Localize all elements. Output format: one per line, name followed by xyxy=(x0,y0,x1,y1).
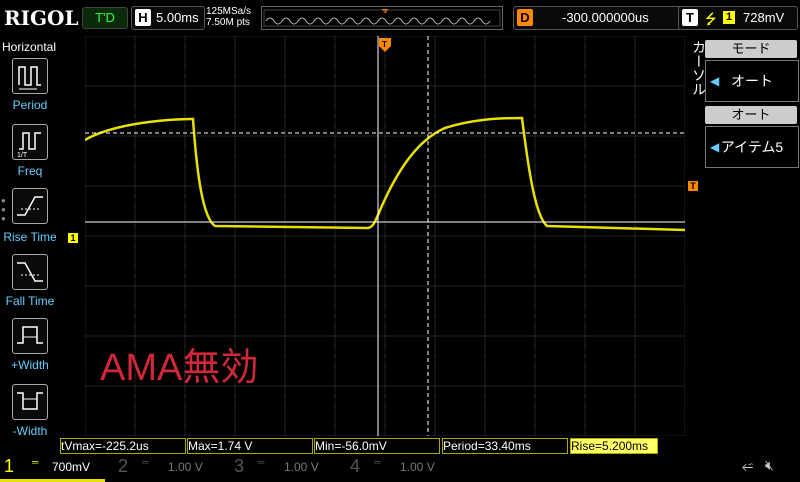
cursor-menu-title: カーソル xyxy=(688,40,707,102)
rise-time-icon xyxy=(17,196,43,216)
mode-value: オート xyxy=(731,73,773,89)
trigger-key: T xyxy=(682,9,698,26)
trigger-box[interactable]: T ⭍ 1 728mV xyxy=(678,6,798,30)
channel4-tab[interactable]: 4 ═ 1.00 V xyxy=(344,455,449,479)
brand-logo: RIGOL xyxy=(4,6,79,30)
measure-period: Period=33.40ms xyxy=(442,438,568,454)
fall-time-label: Fall Time xyxy=(5,294,55,308)
channel1-scale: 700mV xyxy=(52,460,91,474)
measure-rise: Rise=5.200ms xyxy=(570,438,658,454)
svg-text:1/T: 1/T xyxy=(17,152,28,159)
positive-width-label: +Width xyxy=(11,358,49,372)
trigger-arrow-icon: T xyxy=(379,38,391,52)
rising-edge-icon: ⭍ xyxy=(705,11,717,27)
rise-time-button[interactable] xyxy=(12,188,48,224)
period-button[interactable] xyxy=(12,58,48,94)
trigger-source: 1 xyxy=(723,11,735,24)
panel-title: Horizontal xyxy=(2,40,57,54)
item-selector[interactable]: ◀ アイテム5 xyxy=(705,126,799,168)
dc-coupling-icon: ═ xyxy=(142,457,149,467)
mode-selector[interactable]: ◀ オート xyxy=(705,60,799,102)
timebase-value: 5.00ms xyxy=(156,10,199,25)
rise-time-label: Rise Time xyxy=(3,230,57,244)
measure-tvmax: tVmax=-225.2us xyxy=(60,438,186,454)
svg-text:T: T xyxy=(382,40,387,49)
mode-header: モード xyxy=(705,40,797,58)
period-icon xyxy=(18,66,41,90)
timebase-box[interactable]: H 5.00ms xyxy=(131,6,205,30)
fall-time-button[interactable] xyxy=(12,254,48,290)
channel4-number: 4 xyxy=(350,456,361,476)
memory-depth: 7.50M pts xyxy=(206,17,250,28)
left-arrow-icon: ◀ xyxy=(710,140,720,154)
auto-header: オート xyxy=(705,106,797,124)
rise-selection-dots: ● ● ● xyxy=(1,196,6,223)
dc-coupling-icon: ═ xyxy=(374,457,381,467)
item-value: アイテム5 xyxy=(720,139,784,155)
usb-icon: ⭁ xyxy=(742,458,754,474)
dc-coupling-icon: ═ xyxy=(32,457,39,467)
trigger-position-marker[interactable]: T xyxy=(379,38,391,52)
negative-width-icon xyxy=(17,392,43,410)
negative-width-label: -Width xyxy=(12,424,48,438)
run-status-badge[interactable]: T'D xyxy=(82,7,128,29)
freq-button[interactable]: 1/T xyxy=(12,124,48,160)
memory-overview-strip[interactable]: T xyxy=(261,6,503,30)
svg-text:T: T xyxy=(383,11,387,17)
measure-min: Min=-56.0mV xyxy=(314,438,440,454)
trigger-level: 728mV xyxy=(743,10,785,25)
positive-width-icon xyxy=(17,326,43,344)
channel2-scale: 1.00 V xyxy=(168,460,203,474)
sample-rate: 125MSa/s xyxy=(206,6,252,17)
acquisition-info: 125MSa/s 7.50M pts xyxy=(206,6,251,28)
channel2-number: 2 xyxy=(118,456,129,476)
channel3-tab[interactable]: 3 ═ 1.00 V xyxy=(228,455,333,479)
channel1-ground-marker[interactable]: 1 xyxy=(68,233,78,243)
channel3-number: 3 xyxy=(234,456,245,476)
channel2-tab[interactable]: 2 ═ 1.00 V xyxy=(112,455,217,479)
memory-waveform-icon: T xyxy=(263,9,501,27)
frequency-icon: 1/T xyxy=(17,132,41,159)
negative-width-button[interactable] xyxy=(12,384,48,420)
measure-max: Max=1.74 V xyxy=(187,438,313,454)
watermark-text: AMA無効 xyxy=(100,347,259,389)
delay-box[interactable]: D -300.000000us xyxy=(513,6,683,30)
delay-key: D xyxy=(517,9,533,26)
horizontal-key: H xyxy=(135,9,151,26)
positive-width-button[interactable] xyxy=(12,318,48,354)
channel1-tab[interactable]: 1 ═ 700mV xyxy=(0,455,105,482)
fall-time-icon xyxy=(17,262,43,282)
channel1-number: 1 xyxy=(4,456,15,476)
channel3-scale: 1.00 V xyxy=(284,460,319,474)
channel4-scale: 1.00 V xyxy=(400,460,435,474)
dc-coupling-icon: ═ xyxy=(258,457,265,467)
freq-label: Freq xyxy=(17,164,43,178)
period-label: Period xyxy=(12,98,48,112)
left-arrow-icon: ◀ xyxy=(710,74,720,88)
speaker-muted-icon[interactable]: 🔇︎ xyxy=(765,457,774,474)
delay-value: -300.000000us xyxy=(562,10,649,25)
